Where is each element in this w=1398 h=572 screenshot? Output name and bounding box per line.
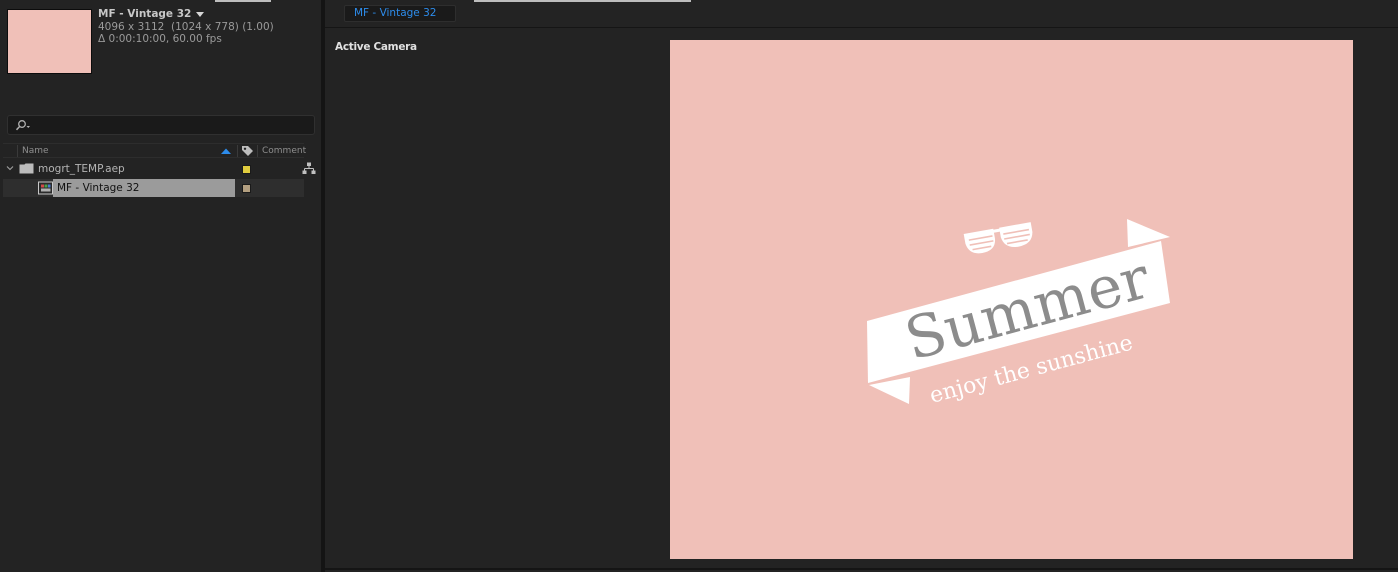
label-color-swatch[interactable] <box>242 165 251 174</box>
comp-thumbnail <box>7 9 92 74</box>
divider <box>325 27 1398 28</box>
artwork: Summer enjoy the sunshine <box>867 219 1170 409</box>
item-dimensions: 4096 x 3112 (1024 x 778) (1.00) <box>98 20 274 33</box>
chevron-down-icon[interactable] <box>6 164 14 172</box>
project-item-folder[interactable]: mogrt_TEMP.aep <box>3 160 304 178</box>
search-icon <box>15 120 30 131</box>
item-duration: Δ 0:00:10:00, 60.00 fps <box>98 33 222 45</box>
flowchart-icon[interactable] <box>302 162 316 175</box>
divider <box>325 568 1398 570</box>
item-info: MF - Vintage 32 4096 x 3112 (1024 x 778)… <box>98 8 274 46</box>
label-tag-icon[interactable] <box>241 145 254 157</box>
sunglasses-icon <box>963 222 1033 254</box>
sort-ascending-icon[interactable] <box>220 147 232 155</box>
project-search-input[interactable] <box>7 115 315 135</box>
project-column-header: Name Comment <box>3 143 306 158</box>
composition-viewer[interactable]: Summer enjoy the sunshine <box>670 40 1353 559</box>
view-label: Active Camera <box>335 41 417 53</box>
tab-composition[interactable]: MF - Vintage 32 <box>344 5 456 22</box>
folder-icon <box>19 163 34 174</box>
item-title: MF - Vintage 32 <box>98 8 192 20</box>
item-title-row[interactable]: MF - Vintage 32 <box>98 8 274 21</box>
composition-tab-indicator <box>474 0 691 2</box>
column-separator <box>17 145 18 157</box>
column-separator <box>257 145 258 157</box>
dropdown-caret-icon[interactable] <box>196 12 205 18</box>
composition-icon <box>38 181 53 195</box>
project-item-composition[interactable]: MF - Vintage 32 <box>3 179 304 197</box>
project-tab-indicator <box>215 0 271 2</box>
composition-name: MF - Vintage 32 <box>57 182 140 194</box>
project-panel: MF - Vintage 32 4096 x 3112 (1024 x 778)… <box>0 0 321 572</box>
label-color-swatch[interactable] <box>242 184 251 193</box>
column-name[interactable]: Name <box>22 146 49 156</box>
composition-panel: MF - Vintage 32 Active Camera Summer enj… <box>325 0 1398 572</box>
column-comment[interactable]: Comment <box>262 146 306 156</box>
folder-name: mogrt_TEMP.aep <box>38 163 125 175</box>
column-separator <box>237 145 238 157</box>
